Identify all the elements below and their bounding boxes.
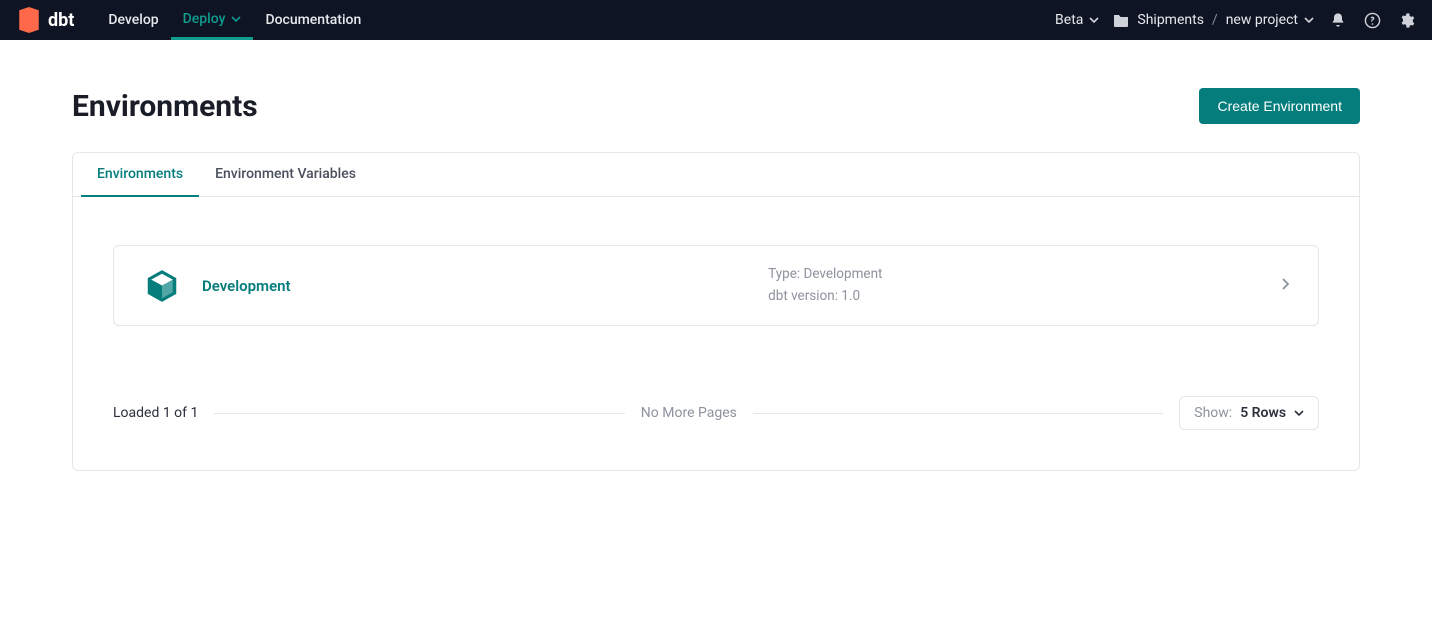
show-value: 5 Rows — [1240, 405, 1286, 421]
beta-toggle[interactable]: Beta — [1055, 12, 1099, 28]
rows-per-page-select[interactable]: Show: 5 Rows — [1179, 396, 1319, 430]
chevron-down-icon — [1294, 408, 1304, 418]
top-nav: dbt Develop Deploy Documentation Beta Sh… — [0, 0, 1432, 40]
help-button[interactable] — [1362, 10, 1382, 30]
tab-environments[interactable]: Environments — [81, 153, 199, 197]
tab-content: Development Type: Development dbt versio… — [73, 197, 1359, 326]
chevron-down-icon — [1089, 15, 1099, 25]
breadcrumb-separator: / — [1212, 12, 1218, 28]
environment-version: dbt version: 1.0 — [768, 286, 882, 308]
create-environment-button[interactable]: Create Environment — [1199, 88, 1360, 124]
show-label: Show: — [1194, 405, 1232, 421]
nav-right: Beta Shipments / new project — [1055, 10, 1416, 30]
breadcrumb-account[interactable]: Shipments — [1137, 12, 1204, 28]
environment-meta: Type: Development dbt version: 1.0 — [768, 264, 882, 307]
chevron-down-icon — [1304, 15, 1314, 25]
tab-environment-variables[interactable]: Environment Variables — [199, 153, 372, 196]
environment-type: Type: Development — [768, 264, 882, 286]
page-header: Environments Create Environment — [72, 88, 1360, 124]
pagination-footer: Loaded 1 of 1 No More Pages Show: 5 Rows — [73, 396, 1359, 430]
divider — [753, 413, 1163, 414]
nav-documentation[interactable]: Documentation — [253, 0, 373, 40]
dbt-logo-icon — [16, 7, 42, 33]
open-environment-chevron — [1280, 276, 1290, 295]
loaded-count: Loaded 1 of 1 — [113, 405, 198, 421]
divider — [214, 413, 624, 414]
help-icon — [1364, 12, 1381, 29]
brand-text: dbt — [48, 10, 74, 31]
page-body: Environments Create Environment Environm… — [0, 88, 1432, 471]
project-breadcrumb: Shipments / new project — [1113, 12, 1314, 28]
bell-icon — [1330, 12, 1346, 28]
notifications-button[interactable] — [1328, 10, 1348, 30]
environment-name: Development — [202, 277, 291, 295]
environment-icon — [142, 266, 182, 306]
page-title: Environments — [72, 89, 258, 124]
nav-links: Develop Deploy Documentation — [96, 0, 373, 40]
project-selector[interactable]: new project — [1226, 12, 1314, 28]
tabs: Environments Environment Variables — [73, 153, 1359, 197]
no-more-pages: No More Pages — [641, 405, 737, 421]
nav-deploy[interactable]: Deploy — [171, 0, 254, 40]
box-icon — [143, 267, 181, 305]
environment-row[interactable]: Development Type: Development dbt versio… — [113, 245, 1319, 326]
nav-develop[interactable]: Develop — [96, 0, 170, 40]
environments-panel: Environments Environment Variables Devel… — [72, 152, 1360, 471]
settings-button[interactable] — [1396, 10, 1416, 30]
gear-icon — [1398, 12, 1415, 29]
chevron-down-icon — [231, 14, 241, 24]
brand-logo[interactable]: dbt — [16, 7, 74, 33]
folder-icon — [1113, 13, 1129, 27]
chevron-right-icon — [1280, 277, 1290, 291]
